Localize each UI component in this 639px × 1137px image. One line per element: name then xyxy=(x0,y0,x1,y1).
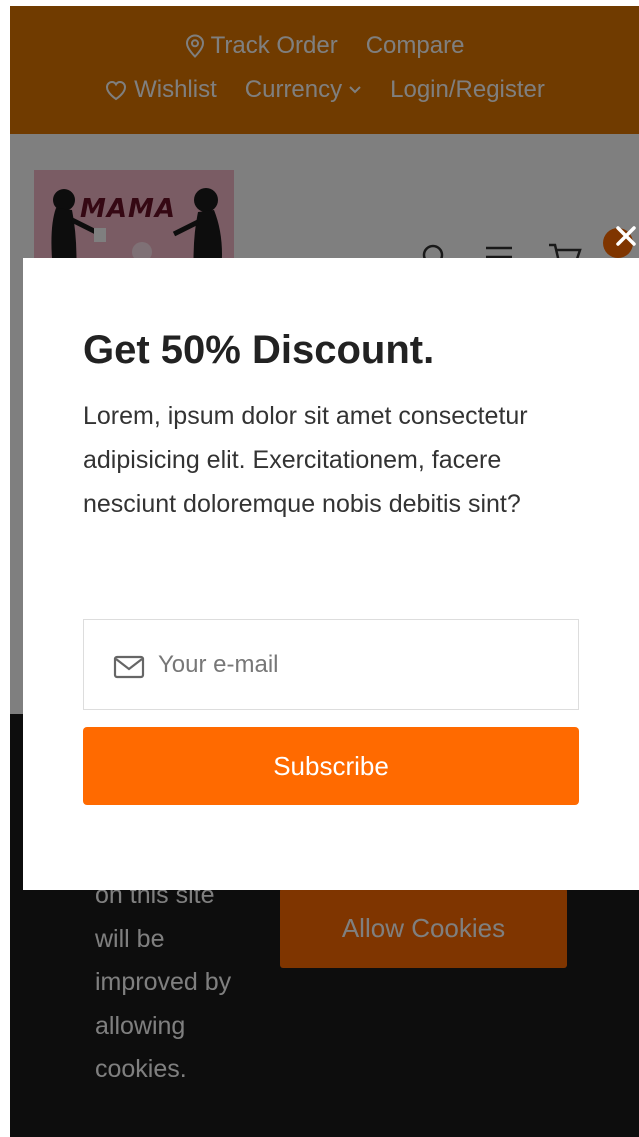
email-field[interactable] xyxy=(83,619,579,710)
subscribe-button[interactable]: Subscribe xyxy=(83,727,579,805)
popup-title: Get 50% Discount. xyxy=(83,328,435,372)
close-icon xyxy=(615,225,637,250)
close-popup-button[interactable] xyxy=(613,222,639,252)
popup-description: Lorem, ipsum dolor sit amet consectetur … xyxy=(83,402,528,518)
email-input[interactable] xyxy=(158,640,558,690)
discount-popup: Get 50% Discount. Lorem, ipsum dolor sit… xyxy=(23,258,639,890)
